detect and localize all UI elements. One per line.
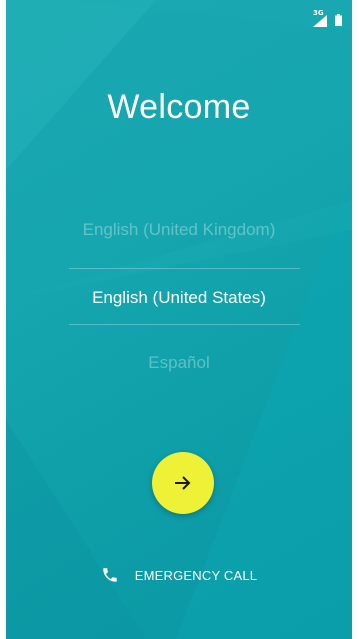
picker-divider-bottom [69,324,300,325]
network-type-label: 3G [313,9,324,17]
status-bar: 3G [6,0,352,36]
emergency-call-label: EMERGENCY CALL [134,567,258,583]
welcome-title: Welcome [107,88,251,126]
setup-welcome-screen: 3G Welcome English (United Kingdom) Engl… [6,0,352,639]
next-button[interactable] [152,452,214,514]
picker-divider-top [69,268,300,269]
battery-icon [335,14,342,26]
language-option-english-uk[interactable]: English (United Kingdom) [6,220,352,240]
status-icons: 3G [313,9,342,27]
emergency-call-button[interactable]: EMERGENCY CALL [6,566,352,584]
arrow-right-icon [175,476,191,490]
phone-icon [103,568,117,582]
language-option-espanol[interactable]: Español [6,353,352,373]
language-option-english-us[interactable]: English (United States) [6,288,352,308]
signal-indicator: 3G [313,9,327,27]
